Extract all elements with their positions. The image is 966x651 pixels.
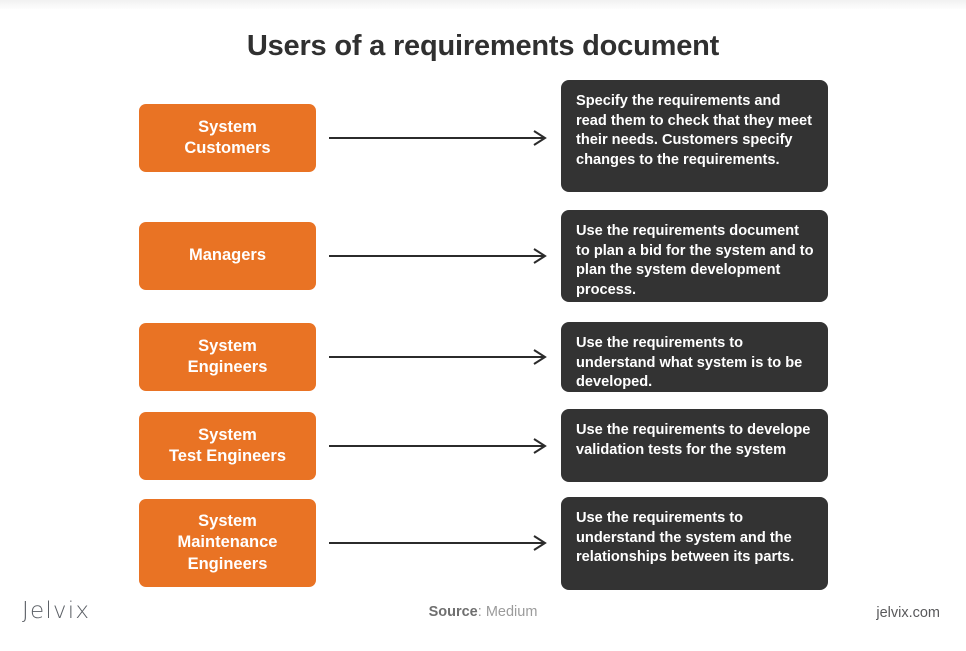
actor-label-line: Test Engineers: [168, 447, 287, 465]
source-value: Medium: [485, 604, 538, 620]
source-label: Source: [428, 604, 478, 620]
actor-label: System Test Engineers: [169, 425, 286, 468]
actor-label-line: Maintenance: [177, 533, 278, 552]
arrow-right-icon: [329, 534, 551, 552]
actor-label-line: System: [198, 425, 257, 444]
source-attribution: Source: Medium: [0, 604, 966, 620]
actor-label-line: System: [198, 511, 257, 530]
actor-label: System Maintenance Engineers: [178, 511, 278, 575]
actor-box: System Test Engineers: [139, 412, 316, 480]
actor-label-line: Engineers: [187, 358, 268, 376]
actor-label: Managers: [189, 245, 266, 266]
actor-label: System Engineers: [188, 336, 268, 379]
arrow-right-icon: [329, 247, 551, 265]
description-box: Use the requirements to develope validat…: [561, 409, 828, 482]
website-url: jelvix.com: [876, 605, 940, 621]
actor-box: System Maintenance Engineers: [139, 499, 316, 587]
actor-label-line: System: [198, 336, 257, 355]
description-box: Use the requirements document to plan a …: [561, 210, 828, 302]
actor-box: Managers: [139, 222, 316, 290]
infographic-canvas: Users of a requirements document System …: [0, 0, 966, 651]
description-box: Use the requirements to understand what …: [561, 322, 828, 392]
arrow-right-icon: [329, 129, 551, 147]
arrow-right-icon: [329, 437, 551, 455]
actor-box: System Engineers: [139, 323, 316, 391]
description-box: Specify the requirements and read them t…: [561, 80, 828, 192]
source-separator: :: [477, 604, 486, 620]
actor-label: System Customers: [184, 117, 270, 160]
top-band: [0, 0, 966, 9]
actor-label-line: Managers: [188, 246, 267, 265]
actor-label-line: Engineers: [187, 554, 268, 573]
actor-label-line: Customers: [184, 139, 271, 157]
actor-box: System Customers: [139, 104, 316, 172]
page-title: Users of a requirements document: [246, 30, 720, 62]
arrow-right-icon: [329, 348, 551, 366]
description-box: Use the requirements to understand the s…: [561, 497, 828, 590]
actor-label-line: System: [198, 117, 257, 136]
